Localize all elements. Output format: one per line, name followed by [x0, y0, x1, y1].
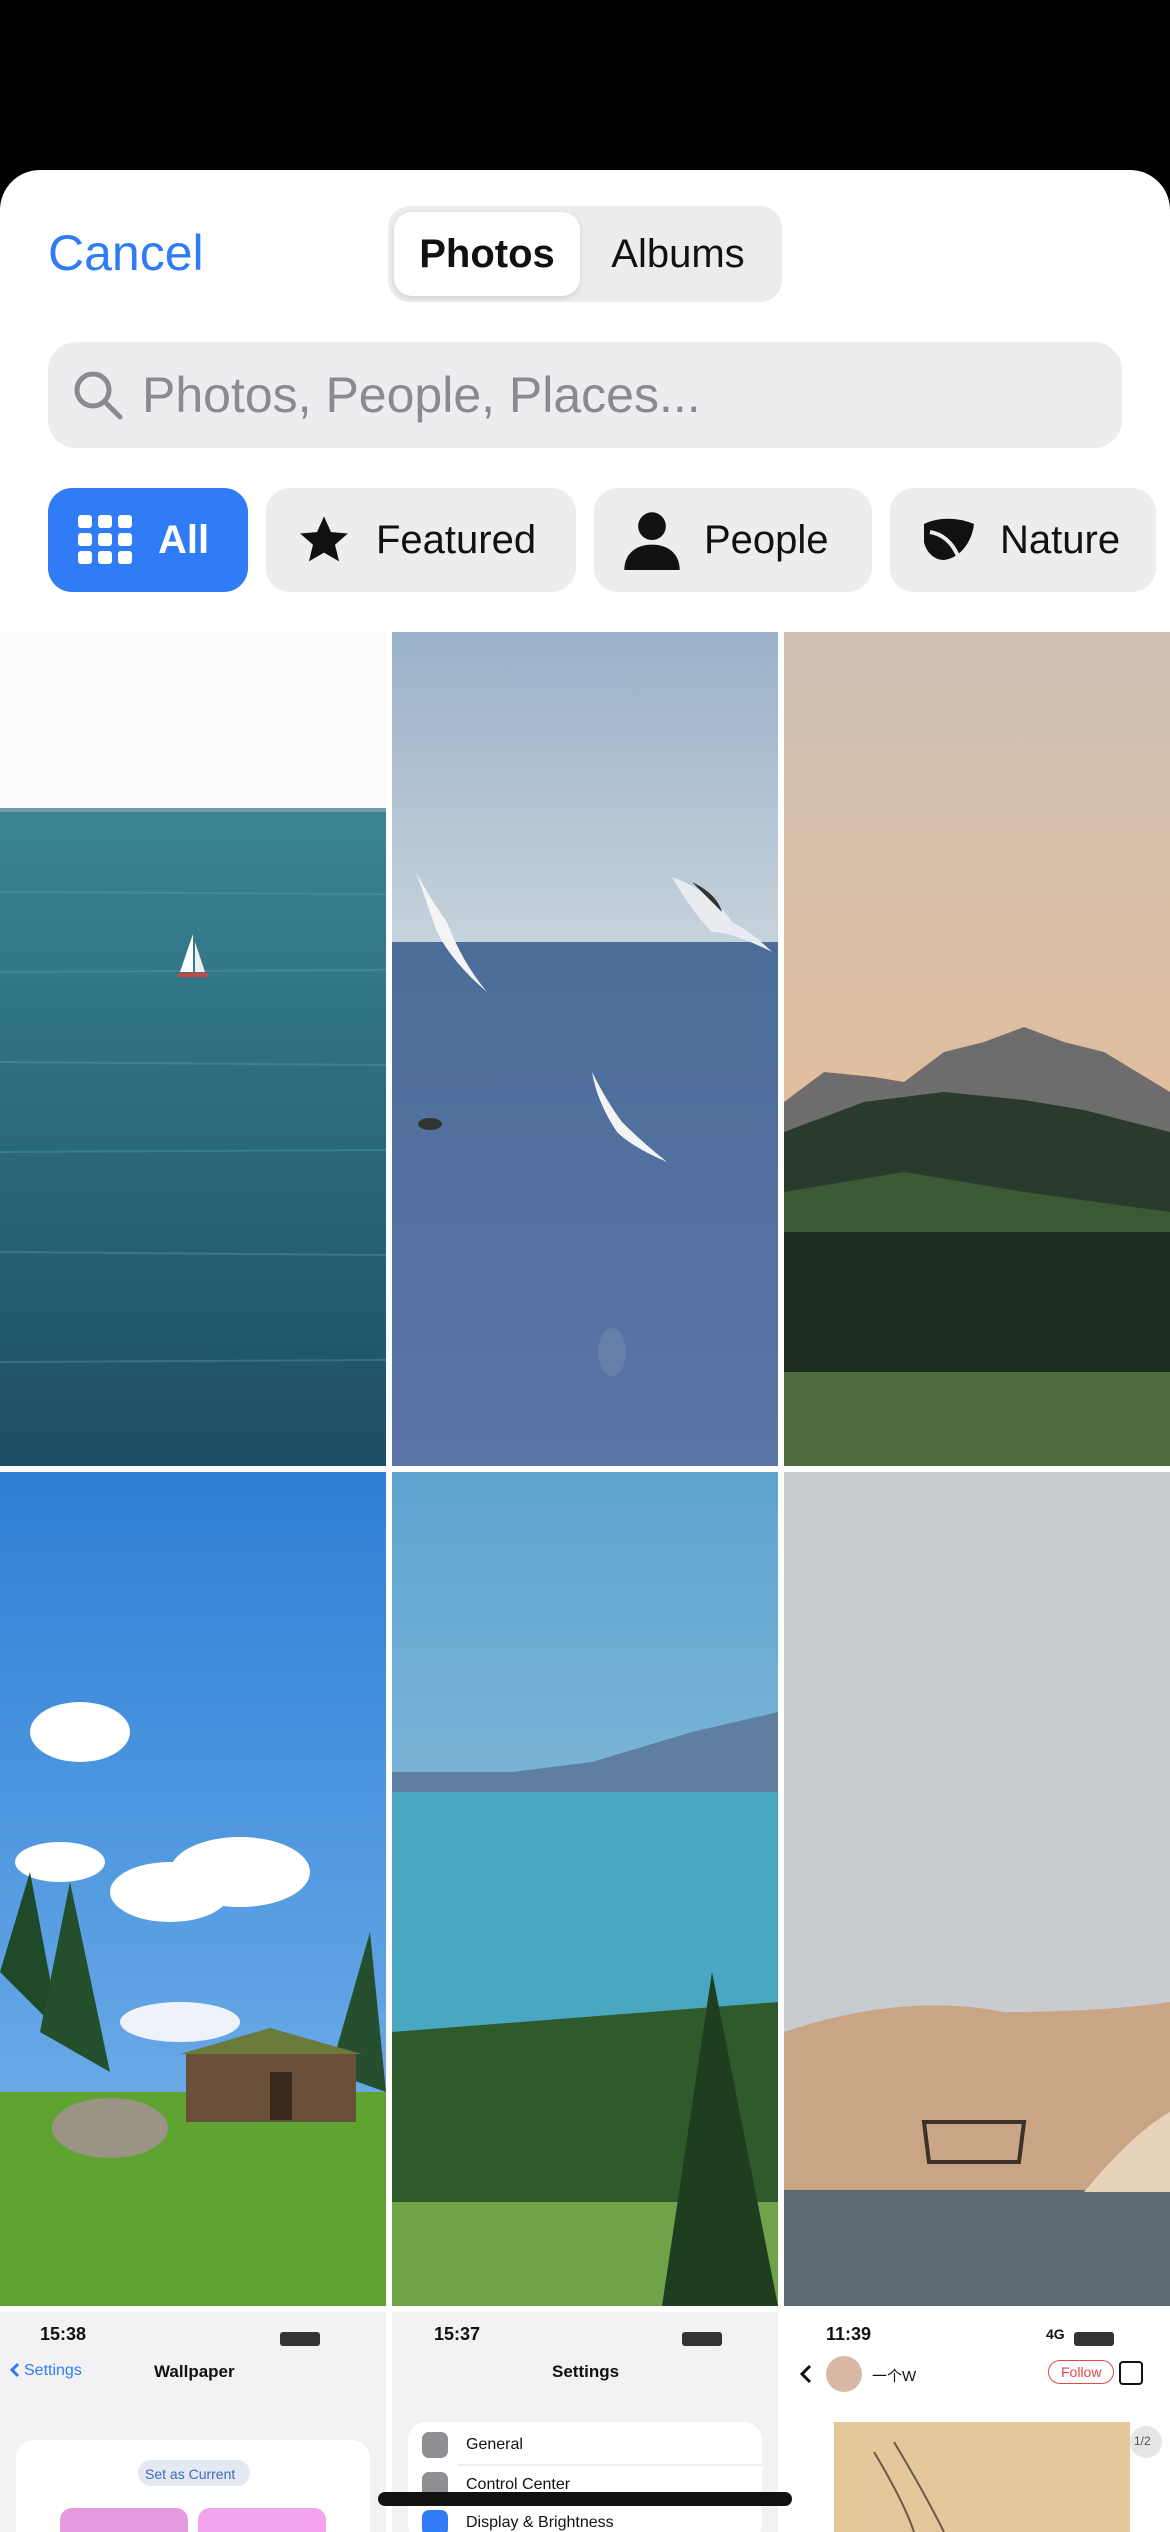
- screenshot-2-row-general: General: [466, 2436, 523, 2453]
- grid-icon: [78, 515, 132, 564]
- search-field[interactable]: Photos, People, Places...: [48, 342, 1122, 448]
- screenshot-2-row-display: Display & Brightness: [466, 2514, 614, 2531]
- photo-lake-forest[interactable]: [392, 1472, 778, 2306]
- filter-featured[interactable]: Featured: [266, 488, 576, 592]
- leaf-icon: [924, 518, 974, 560]
- tab-albums[interactable]: Albums: [580, 212, 776, 296]
- filter-all-label: All: [158, 517, 210, 562]
- filter-all[interactable]: All: [48, 488, 248, 592]
- person-icon: [624, 512, 680, 570]
- photo-mountain-sunset[interactable]: [784, 632, 1170, 1466]
- filter-people-label: People: [704, 517, 829, 562]
- search-icon: [74, 371, 123, 420]
- photos-albums-segmented-control: Photos Albums: [388, 206, 782, 302]
- screenshot-1-title: Wallpaper: [154, 2362, 235, 2381]
- screenshot-3-network: 4G: [1046, 2326, 1065, 2342]
- screenshot-3-page-indicator: 1/2: [1134, 2434, 1151, 2448]
- cancel-button[interactable]: Cancel: [48, 224, 204, 282]
- photo-sea-sailboat[interactable]: [0, 632, 386, 1466]
- screenshot-wallpaper-settings[interactable]: 15:38 Settings Wallpaper Set as Current: [0, 2312, 386, 2532]
- filter-nature-label: Nature: [1000, 517, 1121, 562]
- screenshot-3-follow: Follow: [1048, 2360, 1115, 2384]
- tab-photos[interactable]: Photos: [394, 212, 580, 296]
- star-icon: [300, 516, 348, 562]
- screenshot-1-time: 15:38: [40, 2324, 87, 2344]
- screenshot-1-button: Set as Current: [145, 2466, 236, 2482]
- home-indicator[interactable]: [378, 2492, 792, 2506]
- search-placeholder: Photos, People, Places...: [142, 367, 701, 423]
- filter-people[interactable]: People: [594, 488, 872, 592]
- photo-desert-water[interactable]: [784, 1472, 1170, 2306]
- photo-seagulls-lake[interactable]: [392, 632, 778, 1466]
- photo-picker-sheet: Cancel Photos Albums Photos, People, Pla…: [0, 170, 1170, 2532]
- screenshot-2-title: Settings: [552, 2362, 620, 2381]
- filter-chips: All Featured People Nature: [48, 488, 1156, 592]
- filter-nature[interactable]: Nature: [890, 488, 1156, 592]
- screenshot-1-back: Settings: [24, 2362, 82, 2379]
- screenshot-3-time: 11:39: [826, 2324, 872, 2344]
- screenshot-3-username: 一个W: [872, 2368, 917, 2385]
- screenshot-2-time: 15:37: [434, 2324, 481, 2344]
- screenshot-social-post[interactable]: 11:39 4G 一个W Follow 1/2: [784, 2312, 1170, 2532]
- photo-cabin-meadow[interactable]: [0, 1472, 386, 2306]
- filter-featured-label: Featured: [376, 517, 537, 562]
